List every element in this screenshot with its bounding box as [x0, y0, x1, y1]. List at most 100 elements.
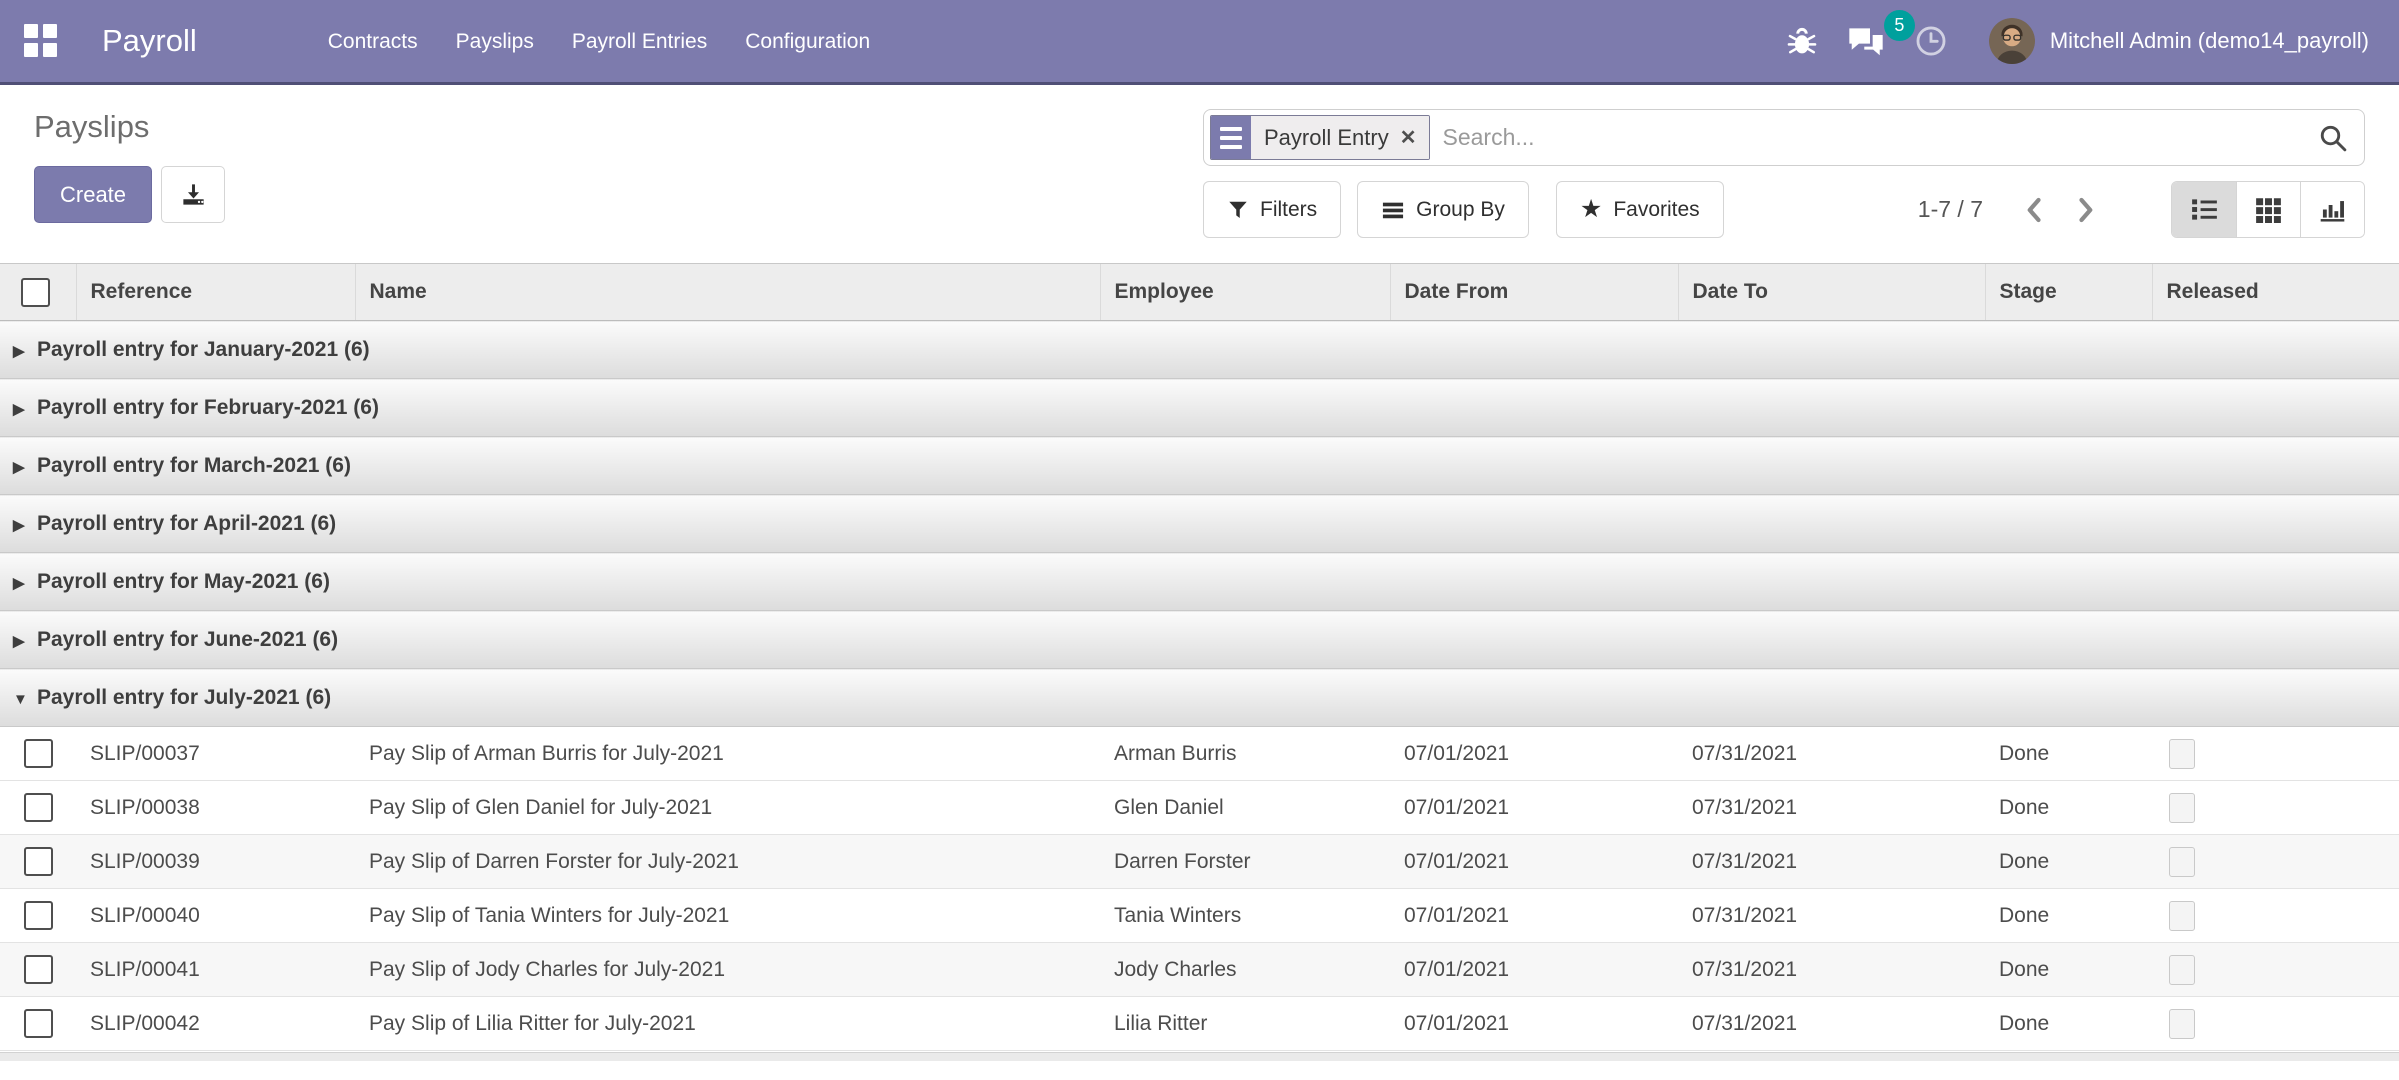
column-header-date-from[interactable]: Date From	[1390, 264, 1678, 321]
group-label: Payroll entry for May-2021 (6)	[37, 570, 330, 593]
graph-view-button[interactable]	[2300, 182, 2364, 237]
cell-reference: SLIP/00041	[76, 943, 355, 997]
row-checkbox[interactable]	[24, 1009, 53, 1038]
row-checkbox[interactable]	[24, 793, 53, 822]
cell-date-to: 07/31/2021	[1678, 943, 1985, 997]
column-header-employee[interactable]: Employee	[1100, 264, 1390, 321]
group-row-february[interactable]: ▶Payroll entry for February-2021 (6)	[0, 379, 2399, 437]
released-checkbox	[2169, 793, 2195, 823]
cell-reference: SLIP/00039	[76, 835, 355, 889]
cell-date-to: 07/31/2021	[1678, 781, 1985, 835]
menu-payroll-entries[interactable]: Payroll Entries	[553, 0, 726, 84]
group-label: Payroll entry for March-2021 (6)	[37, 454, 351, 477]
group-by-button[interactable]: Group By	[1357, 181, 1529, 238]
filters-button[interactable]: Filters	[1203, 181, 1341, 238]
row-checkbox[interactable]	[24, 847, 53, 876]
pivot-view-button[interactable]	[2236, 182, 2300, 237]
cell-date-to: 07/31/2021	[1678, 997, 1985, 1051]
table-row[interactable]: SLIP/00037 Pay Slip of Arman Burris for …	[0, 727, 2399, 781]
page-title: Payslips	[34, 109, 225, 145]
cell-stage: Done	[1985, 943, 2152, 997]
group-row-january[interactable]: ▶Payroll entry for January-2021 (6)	[0, 321, 2399, 379]
app-brand[interactable]: Payroll	[102, 23, 197, 59]
bar-chart-icon	[2319, 196, 2346, 223]
export-button[interactable]	[161, 166, 225, 223]
cell-name: Pay Slip of Glen Daniel for July-2021	[355, 781, 1100, 835]
facet-remove-icon[interactable]: ✕	[1400, 125, 1417, 150]
pager-next-button[interactable]	[2060, 191, 2113, 229]
table-header-row: Reference Name Employee Date From Date T…	[0, 264, 2399, 321]
cell-employee: Arman Burris	[1100, 727, 1390, 781]
facet-label: Payroll Entry	[1264, 125, 1389, 151]
group-label: Payroll entry for January-2021 (6)	[37, 338, 370, 361]
cell-employee: Lilia Ritter	[1100, 997, 1390, 1051]
cell-employee: Tania Winters	[1100, 889, 1390, 943]
row-checkbox[interactable]	[24, 955, 53, 984]
released-checkbox	[2169, 955, 2195, 985]
user-menu[interactable]: Mitchell Admin (demo14_payroll)	[1989, 18, 2369, 64]
caret-right-icon: ▶	[13, 458, 37, 476]
column-header-name[interactable]: Name	[355, 264, 1100, 321]
group-row-may[interactable]: ▶Payroll entry for May-2021 (6)	[0, 553, 2399, 611]
group-label: Payroll entry for April-2021 (6)	[37, 512, 336, 535]
search-icon[interactable]	[2318, 123, 2348, 153]
pager: 1-7 / 7	[1918, 191, 2113, 229]
cell-date-to: 07/31/2021	[1678, 889, 1985, 943]
column-header-released[interactable]: Released	[2152, 264, 2399, 321]
table-row[interactable]: SLIP/00039 Pay Slip of Darren Forster fo…	[0, 835, 2399, 889]
caret-right-icon: ▶	[13, 574, 37, 592]
row-checkbox[interactable]	[24, 739, 53, 768]
create-button[interactable]: Create	[34, 166, 152, 223]
group-label: Payroll entry for July-2021 (6)	[37, 686, 331, 709]
cell-stage: Done	[1985, 997, 2152, 1051]
cell-stage: Done	[1985, 835, 2152, 889]
pager-previous-button[interactable]	[2007, 191, 2060, 229]
user-name: Mitchell Admin (demo14_payroll)	[2050, 28, 2369, 54]
table-row[interactable]: SLIP/00041 Pay Slip of Jody Charles for …	[0, 943, 2399, 997]
table-grid-icon	[2255, 196, 2282, 223]
table-row[interactable]: SLIP/00042 Pay Slip of Lilia Ritter for …	[0, 997, 2399, 1051]
cell-name: Pay Slip of Darren Forster for July-2021	[355, 835, 1100, 889]
group-row-march[interactable]: ▶Payroll entry for March-2021 (6)	[0, 437, 2399, 495]
payslips-table: Reference Name Employee Date From Date T…	[0, 263, 2399, 1051]
cell-reference: SLIP/00037	[76, 727, 355, 781]
column-header-reference[interactable]: Reference	[76, 264, 355, 321]
cell-employee: Glen Daniel	[1100, 781, 1390, 835]
group-row-june[interactable]: ▶Payroll entry for June-2021 (6)	[0, 611, 2399, 669]
caret-right-icon: ▶	[13, 632, 37, 650]
group-row-july[interactable]: ▼Payroll entry for July-2021 (6)	[0, 669, 2399, 727]
group-by-icon	[1381, 199, 1405, 221]
pager-range[interactable]: 1-7 / 7	[1918, 196, 1983, 223]
column-header-stage[interactable]: Stage	[1985, 264, 2152, 321]
cell-name: Pay Slip of Arman Burris for July-2021	[355, 727, 1100, 781]
group-row-april[interactable]: ▶Payroll entry for April-2021 (6)	[0, 495, 2399, 553]
cell-date-from: 07/01/2021	[1390, 781, 1678, 835]
star-icon: ★	[1580, 197, 1602, 222]
row-checkbox[interactable]	[24, 901, 53, 930]
bug-icon[interactable]	[1771, 24, 1833, 58]
facet-groupby-icon	[1211, 116, 1251, 159]
search-input[interactable]	[1442, 124, 2318, 151]
cell-name: Pay Slip of Tania Winters for July-2021	[355, 889, 1100, 943]
select-all-checkbox[interactable]	[21, 278, 50, 307]
favorites-button[interactable]: ★ Favorites	[1556, 181, 1724, 238]
released-checkbox	[2169, 901, 2195, 931]
table-row[interactable]: SLIP/00040 Pay Slip of Tania Winters for…	[0, 889, 2399, 943]
apps-menu-icon[interactable]	[24, 24, 58, 58]
caret-right-icon: ▶	[13, 516, 37, 534]
menu-payslips[interactable]: Payslips	[437, 0, 553, 84]
cell-employee: Darren Forster	[1100, 835, 1390, 889]
column-header-date-to[interactable]: Date To	[1678, 264, 1985, 321]
menu-contracts[interactable]: Contracts	[309, 0, 437, 84]
table-row[interactable]: SLIP/00038 Pay Slip of Glen Daniel for J…	[0, 781, 2399, 835]
cell-date-from: 07/01/2021	[1390, 727, 1678, 781]
group-label: Payroll entry for June-2021 (6)	[37, 628, 338, 651]
control-panel: Payslips Create Payroll Entry ✕	[0, 85, 2399, 238]
menu-configuration[interactable]: Configuration	[726, 0, 889, 84]
navbar-right: 5 Mitchell Admin (demo14_payroll)	[1771, 18, 2369, 64]
search-bar[interactable]: Payroll Entry ✕	[1203, 109, 2365, 166]
cell-reference: SLIP/00042	[76, 997, 355, 1051]
list-view-button[interactable]	[2172, 182, 2236, 237]
messages-icon[interactable]: 5	[1833, 24, 1899, 58]
cell-stage: Done	[1985, 781, 2152, 835]
